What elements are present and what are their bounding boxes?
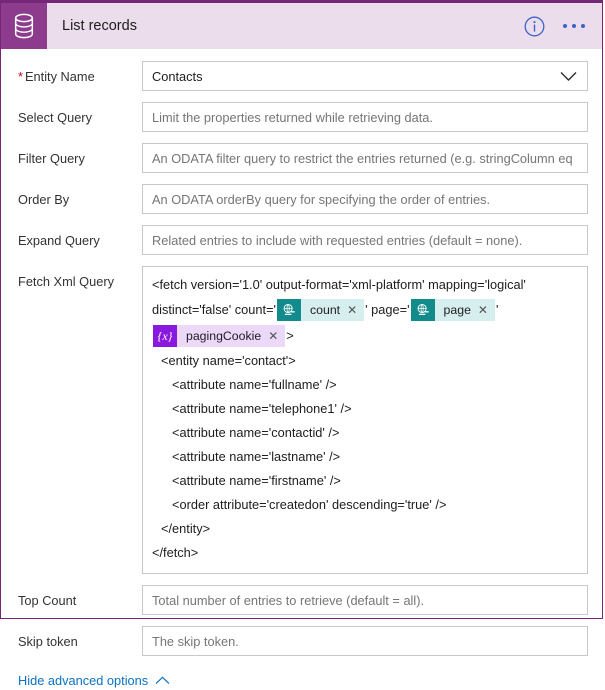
order-by-input[interactable]: An ODATA orderBy query for specifying th… bbox=[142, 184, 588, 214]
filter-query-input[interactable]: An ODATA filter query to restrict the en… bbox=[142, 143, 588, 173]
field-label-skip-token: Skip token bbox=[18, 634, 78, 649]
field-control-entity-name: Contacts bbox=[142, 61, 588, 91]
remove-token-icon[interactable]: ✕ bbox=[347, 304, 357, 316]
token-count-body: count ✕ bbox=[301, 298, 365, 321]
field-label-order-by: Order By bbox=[18, 192, 70, 207]
chevron-up-icon bbox=[155, 673, 170, 688]
card-header: List records bbox=[1, 3, 602, 49]
field-row-top-count: Top Count Total number of entries to ret… bbox=[1, 585, 588, 615]
card-title: List records bbox=[62, 18, 137, 34]
entity-name-value: Contacts bbox=[152, 68, 203, 84]
skip-token-input[interactable]: The skip token. bbox=[142, 626, 588, 656]
field-label-entity-name: * Entity Name bbox=[1, 61, 142, 85]
field-row-order-by: Order By An ODATA orderBy query for spec… bbox=[1, 184, 588, 214]
field-row-select-query: Select Query Limit the properties return… bbox=[1, 102, 588, 132]
ellipsis-dot bbox=[571, 23, 576, 29]
field-control-order-by: An ODATA orderBy query for specifying th… bbox=[142, 184, 588, 214]
fetch-xml-segment-a: distinct='false' count=' bbox=[152, 302, 276, 317]
ellipsis-dot bbox=[562, 23, 567, 29]
token-pagingcookie-label: pagingCookie bbox=[186, 328, 262, 343]
field-row-fetch-xml-query: Fetch Xml Query <fetch version='1.0' out… bbox=[1, 266, 588, 574]
fetch-xml-line: <entity name='contact'> bbox=[161, 353, 296, 368]
field-control-fetch-xml-query: <fetch version='1.0' output-format='xml-… bbox=[142, 266, 588, 574]
card-header-actions bbox=[524, 3, 603, 49]
fetch-xml-line: <order attribute='createdon' descending=… bbox=[172, 497, 447, 512]
hide-advanced-options-label: Hide advanced options bbox=[18, 673, 149, 688]
field-label-fetch-xml-query: Fetch Xml Query bbox=[18, 274, 115, 289]
fetch-xml-line: <attribute name='lastname' /> bbox=[172, 449, 341, 464]
variable-icon: {x} bbox=[153, 324, 177, 347]
fetch-xml-line: </fetch> bbox=[152, 545, 199, 560]
fetch-xml-editor[interactable]: <fetch version='1.0' output-format='xml-… bbox=[142, 266, 588, 574]
field-label-filter-query: Filter Query bbox=[18, 151, 85, 166]
field-label-top-count: Top Count bbox=[18, 593, 77, 608]
fetch-xml-line: <attribute name='firstname' /> bbox=[172, 473, 341, 488]
fetch-xml-line-open: <fetch version='1.0' output-format='xml-… bbox=[152, 277, 526, 292]
fetch-xml-line: <attribute name='contactid' /> bbox=[172, 425, 340, 440]
fetch-xml-line: <attribute name='fullname' /> bbox=[172, 377, 337, 392]
field-label-text: Entity Name bbox=[24, 69, 95, 84]
fetch-xml-segment-b: ' page=' bbox=[365, 302, 410, 317]
fetch-xml-token-line: distinct='false' count=' count ✕ ' page=… bbox=[152, 297, 578, 323]
field-label-select-query: Select Query bbox=[18, 110, 92, 125]
entity-name-select[interactable]: Contacts bbox=[142, 61, 588, 91]
field-control-top-count: Total number of entries to retrieve (def… bbox=[142, 585, 588, 615]
info-icon[interactable] bbox=[524, 16, 545, 37]
ellipsis-icon[interactable] bbox=[561, 18, 588, 35]
connector-icon-box bbox=[1, 3, 47, 49]
select-query-input[interactable]: Limit the properties returned while retr… bbox=[142, 102, 588, 132]
remove-token-icon[interactable]: ✕ bbox=[268, 330, 278, 342]
expand-query-input[interactable]: Related entries to include with requeste… bbox=[142, 225, 588, 255]
token-count-label: count bbox=[310, 302, 341, 317]
token-page-label: page bbox=[443, 302, 471, 317]
field-control-filter-query: An ODATA filter query to restrict the en… bbox=[142, 143, 588, 173]
remove-token-icon[interactable]: ✕ bbox=[478, 304, 488, 316]
token-page[interactable]: page ✕ bbox=[410, 298, 495, 321]
token-pagingcookie-body: pagingCookie ✕ bbox=[177, 324, 286, 347]
card-footer: Hide advanced options bbox=[1, 656, 588, 690]
field-label-expand-query: Expand Query bbox=[18, 233, 100, 248]
card-body: * Entity Name Contacts Select Query Limit… bbox=[1, 61, 602, 690]
required-asterisk: * bbox=[18, 69, 23, 84]
token-pagingcookie[interactable]: {x} pagingCookie ✕ bbox=[153, 324, 286, 347]
fetch-xml-line: <attribute name='telephone1' /> bbox=[172, 401, 352, 416]
common-data-service-icon bbox=[277, 298, 301, 321]
database-icon bbox=[13, 13, 35, 39]
chevron-down-icon[interactable] bbox=[560, 71, 583, 82]
fetch-xml-segment-c: ' bbox=[495, 302, 499, 317]
field-control-skip-token: The skip token. bbox=[142, 626, 588, 656]
list-records-action-card: List records * Entity Name Contacts Sele… bbox=[0, 0, 603, 688]
field-control-select-query: Limit the properties returned while retr… bbox=[142, 102, 588, 132]
fetch-xml-line: </entity> bbox=[161, 521, 211, 536]
fetch-xml-segment-d: > bbox=[286, 328, 294, 343]
fetch-xml-token-line-2: {x} pagingCookie ✕ > bbox=[152, 323, 578, 349]
field-row-expand-query: Expand Query Related entries to include … bbox=[1, 225, 588, 255]
field-row-filter-query: Filter Query An ODATA filter query to re… bbox=[1, 143, 588, 173]
field-control-expand-query: Related entries to include with requeste… bbox=[142, 225, 588, 255]
common-data-service-icon bbox=[410, 298, 435, 321]
token-page-body: page ✕ bbox=[434, 298, 495, 321]
top-count-input[interactable]: Total number of entries to retrieve (def… bbox=[142, 585, 588, 615]
hide-advanced-options-link[interactable]: Hide advanced options bbox=[18, 673, 170, 688]
field-row-entity-name: * Entity Name Contacts bbox=[1, 61, 588, 91]
token-count[interactable]: count ✕ bbox=[277, 298, 365, 321]
ellipsis-dot bbox=[580, 23, 585, 29]
field-row-skip-token: Skip token The skip token. bbox=[1, 626, 588, 656]
